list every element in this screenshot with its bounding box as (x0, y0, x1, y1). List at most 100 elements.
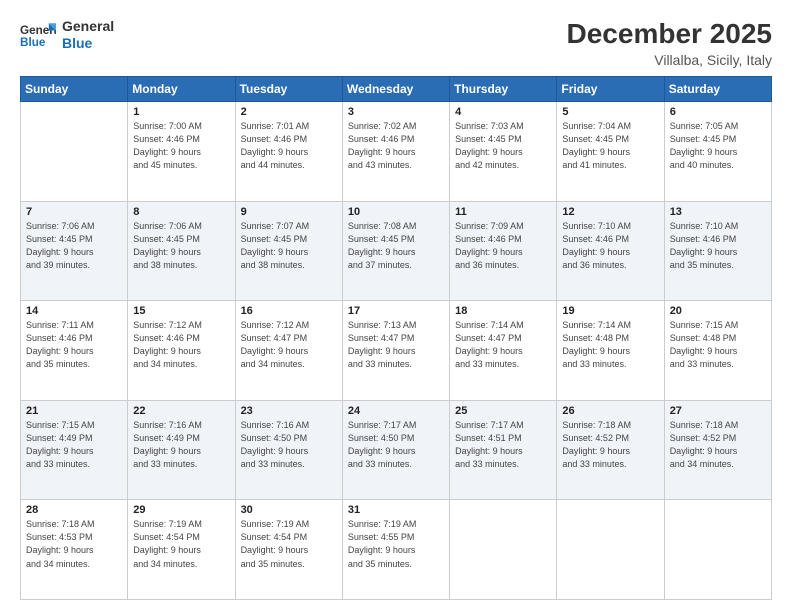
day-number: 19 (562, 305, 658, 317)
day-info: Sunrise: 7:18 AM Sunset: 4:52 PM Dayligh… (670, 419, 766, 471)
day-number: 13 (670, 206, 766, 218)
day-number: 9 (241, 206, 337, 218)
day-number: 4 (455, 106, 551, 118)
header-sunday: Sunday (21, 77, 128, 102)
week-row-2: 7 Sunrise: 7:06 AM Sunset: 4:45 PM Daylig… (21, 201, 772, 301)
day-number: 27 (670, 405, 766, 417)
calendar-cell: 1Sunrise: 7:00 AM Sunset: 4:46 PM Daylig… (128, 102, 235, 202)
calendar-cell: 6 Sunrise: 7:05 AM Sunset: 4:45 PM Daylig… (664, 102, 771, 202)
week-row-5: 28Sunrise: 7:18 AM Sunset: 4:53 PM Dayli… (21, 500, 772, 600)
day-info: Sunrise: 7:04 AM Sunset: 4:45 PM Dayligh… (562, 120, 658, 172)
title-block: December 2025 Villalba, Sicily, Italy (567, 18, 772, 68)
calendar-cell: 7 Sunrise: 7:06 AM Sunset: 4:45 PM Daylig… (21, 201, 128, 301)
week-row-3: 14 Sunrise: 7:11 AM Sunset: 4:46 PM Dayli… (21, 301, 772, 401)
header-monday: Monday (128, 77, 235, 102)
week-row-4: 21 Sunrise: 7:15 AM Sunset: 4:49 PM Dayli… (21, 400, 772, 500)
header: General Blue General Blue December 2025 … (20, 18, 772, 68)
day-number: 7 (26, 206, 122, 218)
day-info: Sunrise: 7:03 AM Sunset: 4:45 PM Dayligh… (455, 120, 551, 172)
subtitle: Villalba, Sicily, Italy (567, 52, 772, 68)
calendar-cell: 13Sunrise: 7:10 AM Sunset: 4:46 PM Dayli… (664, 201, 771, 301)
calendar-cell: 26Sunrise: 7:18 AM Sunset: 4:52 PM Dayli… (557, 400, 664, 500)
calendar-cell: 31 Sunrise: 7:19 AM Sunset: 4:55 PM Dayli… (342, 500, 449, 600)
day-number: 11 (455, 206, 551, 218)
day-number: 28 (26, 504, 122, 516)
day-number: 3 (348, 106, 444, 118)
calendar-cell: 25 Sunrise: 7:17 AM Sunset: 4:51 PM Dayli… (450, 400, 557, 500)
header-wednesday: Wednesday (342, 77, 449, 102)
header-friday: Friday (557, 77, 664, 102)
day-info: Sunrise: 7:11 AM Sunset: 4:46 PM Dayligh… (26, 319, 122, 371)
calendar-cell: 29 Sunrise: 7:19 AM Sunset: 4:54 PM Dayli… (128, 500, 235, 600)
header-tuesday: Tuesday (235, 77, 342, 102)
calendar-cell: 3Sunrise: 7:02 AM Sunset: 4:46 PM Daylig… (342, 102, 449, 202)
logo-blue: Blue (62, 35, 114, 52)
week-row-1: 1Sunrise: 7:00 AM Sunset: 4:46 PM Daylig… (21, 102, 772, 202)
day-number: 15 (133, 305, 229, 317)
day-info: Sunrise: 7:19 AM Sunset: 4:54 PM Dayligh… (133, 518, 229, 570)
day-info: Sunrise: 7:17 AM Sunset: 4:51 PM Dayligh… (455, 419, 551, 471)
day-info: Sunrise: 7:01 AM Sunset: 4:46 PM Dayligh… (241, 120, 337, 172)
calendar-table: Sunday Monday Tuesday Wednesday Thursday… (20, 76, 772, 600)
day-number: 2 (241, 106, 337, 118)
calendar-cell: 2 Sunrise: 7:01 AM Sunset: 4:46 PM Daylig… (235, 102, 342, 202)
calendar-cell: 14 Sunrise: 7:11 AM Sunset: 4:46 PM Dayli… (21, 301, 128, 401)
day-info: Sunrise: 7:14 AM Sunset: 4:47 PM Dayligh… (455, 319, 551, 371)
day-number: 18 (455, 305, 551, 317)
calendar-cell: 12 Sunrise: 7:10 AM Sunset: 4:46 PM Dayli… (557, 201, 664, 301)
day-info: Sunrise: 7:05 AM Sunset: 4:45 PM Dayligh… (670, 120, 766, 172)
day-number: 31 (348, 504, 444, 516)
calendar-cell: 10Sunrise: 7:08 AM Sunset: 4:45 PM Dayli… (342, 201, 449, 301)
calendar-header-row: Sunday Monday Tuesday Wednesday Thursday… (21, 77, 772, 102)
day-info: Sunrise: 7:15 AM Sunset: 4:49 PM Dayligh… (26, 419, 122, 471)
day-info: Sunrise: 7:10 AM Sunset: 4:46 PM Dayligh… (562, 220, 658, 272)
day-number: 14 (26, 305, 122, 317)
day-number: 25 (455, 405, 551, 417)
day-number: 12 (562, 206, 658, 218)
day-number: 26 (562, 405, 658, 417)
calendar-cell: 8Sunrise: 7:06 AM Sunset: 4:45 PM Daylig… (128, 201, 235, 301)
calendar-cell: 28Sunrise: 7:18 AM Sunset: 4:53 PM Dayli… (21, 500, 128, 600)
calendar-cell: 30Sunrise: 7:19 AM Sunset: 4:54 PM Dayli… (235, 500, 342, 600)
day-number: 23 (241, 405, 337, 417)
day-number: 16 (241, 305, 337, 317)
calendar-cell: 15Sunrise: 7:12 AM Sunset: 4:46 PM Dayli… (128, 301, 235, 401)
logo: General Blue General Blue (20, 18, 114, 52)
day-info: Sunrise: 7:16 AM Sunset: 4:49 PM Dayligh… (133, 419, 229, 471)
day-info: Sunrise: 7:13 AM Sunset: 4:47 PM Dayligh… (348, 319, 444, 371)
day-info: Sunrise: 7:12 AM Sunset: 4:47 PM Dayligh… (241, 319, 337, 371)
calendar-cell (557, 500, 664, 600)
calendar-cell: 24 Sunrise: 7:17 AM Sunset: 4:50 PM Dayli… (342, 400, 449, 500)
calendar-cell (450, 500, 557, 600)
calendar-cell: 5 Sunrise: 7:04 AM Sunset: 4:45 PM Daylig… (557, 102, 664, 202)
day-number: 22 (133, 405, 229, 417)
calendar-cell: 9 Sunrise: 7:07 AM Sunset: 4:45 PM Daylig… (235, 201, 342, 301)
main-title: December 2025 (567, 18, 772, 50)
calendar-cell: 21 Sunrise: 7:15 AM Sunset: 4:49 PM Dayli… (21, 400, 128, 500)
day-number: 5 (562, 106, 658, 118)
header-thursday: Thursday (450, 77, 557, 102)
day-info: Sunrise: 7:19 AM Sunset: 4:55 PM Dayligh… (348, 518, 444, 570)
day-number: 24 (348, 405, 444, 417)
day-info: Sunrise: 7:15 AM Sunset: 4:48 PM Dayligh… (670, 319, 766, 371)
day-number: 8 (133, 206, 229, 218)
day-info: Sunrise: 7:17 AM Sunset: 4:50 PM Dayligh… (348, 419, 444, 471)
day-info: Sunrise: 7:07 AM Sunset: 4:45 PM Dayligh… (241, 220, 337, 272)
day-info: Sunrise: 7:09 AM Sunset: 4:46 PM Dayligh… (455, 220, 551, 272)
calendar-cell: 20Sunrise: 7:15 AM Sunset: 4:48 PM Dayli… (664, 301, 771, 401)
calendar-cell (664, 500, 771, 600)
day-info: Sunrise: 7:00 AM Sunset: 4:46 PM Dayligh… (133, 120, 229, 172)
day-info: Sunrise: 7:06 AM Sunset: 4:45 PM Dayligh… (26, 220, 122, 272)
day-info: Sunrise: 7:16 AM Sunset: 4:50 PM Dayligh… (241, 419, 337, 471)
calendar-cell: 16 Sunrise: 7:12 AM Sunset: 4:47 PM Dayli… (235, 301, 342, 401)
calendar-cell: 22 Sunrise: 7:16 AM Sunset: 4:49 PM Dayli… (128, 400, 235, 500)
day-number: 30 (241, 504, 337, 516)
day-number: 21 (26, 405, 122, 417)
day-number: 29 (133, 504, 229, 516)
day-info: Sunrise: 7:08 AM Sunset: 4:45 PM Dayligh… (348, 220, 444, 272)
logo-icon: General Blue (20, 21, 56, 49)
calendar-cell: 18 Sunrise: 7:14 AM Sunset: 4:47 PM Dayli… (450, 301, 557, 401)
calendar-cell: 17Sunrise: 7:13 AM Sunset: 4:47 PM Dayli… (342, 301, 449, 401)
day-number: 6 (670, 106, 766, 118)
calendar-cell: 19Sunrise: 7:14 AM Sunset: 4:48 PM Dayli… (557, 301, 664, 401)
